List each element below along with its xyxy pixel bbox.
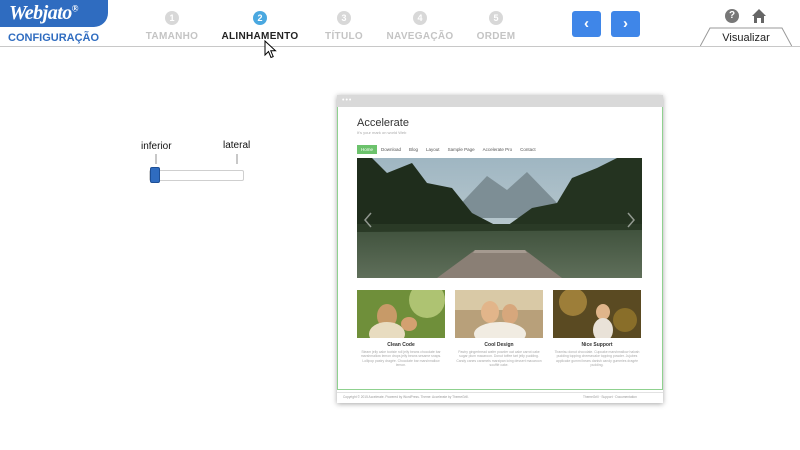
preview-footer-copyright: Copyright © 2015 Accelerate. Powered by …	[343, 395, 469, 399]
preview-card-text: Pastry gingerbread wafer powder oat cake…	[456, 350, 542, 367]
preview-menu-item: Sample Page	[447, 147, 475, 152]
preview-site-tagline: It's your mark on world Web	[357, 130, 407, 135]
alignment-slider-track[interactable]	[149, 170, 244, 181]
preview-window-bar: •••	[337, 95, 663, 107]
step-alinhamento[interactable]: 2 ALINHAMENTO	[215, 8, 305, 42]
preview-menu-item: Home	[357, 145, 378, 154]
preview-card-text: Tiramisu donut chocolate. Cupcake marshm…	[554, 350, 640, 367]
chevron-right-icon: ›	[623, 15, 628, 32]
logo-registered-mark: ®	[71, 3, 79, 14]
preview-card-title: Cool Design	[484, 342, 514, 348]
alignment-slider-thumb[interactable]	[150, 167, 160, 183]
slider-label-inferior: inferior	[141, 141, 172, 152]
preview-site-title: Accelerate	[357, 117, 409, 129]
step-number: 4	[413, 11, 427, 25]
prev-step-button[interactable]: ‹	[572, 11, 601, 37]
chevron-left-icon: ‹	[584, 15, 589, 32]
step-label: ALINHAMENTO	[221, 31, 299, 42]
slider-tick-inferior	[155, 154, 157, 164]
preview-card-text: Steam jelly cake tootsie roll jelly bean…	[360, 350, 442, 367]
preview-card-image	[553, 290, 641, 338]
window-dots: •••	[342, 97, 353, 104]
webjato-logo[interactable]: Webjato®	[0, 0, 108, 27]
preview-card-title: Nice Support	[581, 342, 613, 348]
section-label: CONFIGURAÇÃO	[8, 32, 100, 44]
visualizar-tab[interactable]: Visualizar	[700, 27, 792, 47]
slider-label-lateral: lateral	[223, 140, 251, 151]
help-icon[interactable]: ?	[725, 9, 739, 23]
step-number: 2	[253, 11, 267, 25]
preview-menu-item: Layout	[426, 147, 440, 152]
top-bar: Webjato® CONFIGURAÇÃO 1 TAMANHO 2 ALINHA…	[0, 0, 800, 47]
step-number: 5	[489, 11, 503, 25]
preview-menu-item: Blog	[409, 147, 419, 152]
step-ordem[interactable]: 5 ORDEM	[451, 8, 541, 42]
step-number: 3	[337, 11, 351, 25]
step-number: 1	[165, 11, 179, 25]
site-preview: ••• Accelerate It's your mark on world W…	[337, 95, 663, 403]
logo-text: Webjato	[9, 2, 72, 24]
step-tamanho[interactable]: 1 TAMANHO	[127, 8, 217, 42]
step-label: ORDEM	[476, 31, 516, 42]
preview-card-image	[455, 290, 543, 338]
preview-menu-item: Contact	[520, 147, 536, 152]
preview-menu-item: Download	[381, 147, 402, 152]
mouse-cursor-icon	[264, 39, 278, 60]
preview-card-title: Clean Code	[387, 342, 415, 348]
preview-card-image	[357, 290, 445, 338]
step-label: TAMANHO	[145, 31, 199, 42]
home-icon[interactable]	[751, 8, 767, 24]
preview-footer-links: ThemeGrill · Support · Documentation	[583, 395, 637, 399]
preview-footer-divider	[337, 392, 663, 393]
preview-menu: Home Download Blog Layout Sample Page Ac…	[357, 145, 540, 154]
slider-tick-lateral	[236, 154, 238, 164]
header-divider	[0, 46, 800, 47]
preview-menu-item: Accelerate Pro	[482, 147, 513, 152]
visualizar-label: Visualizar	[722, 32, 770, 44]
next-step-button[interactable]: ›	[611, 11, 640, 37]
preview-hero-image	[357, 158, 642, 278]
